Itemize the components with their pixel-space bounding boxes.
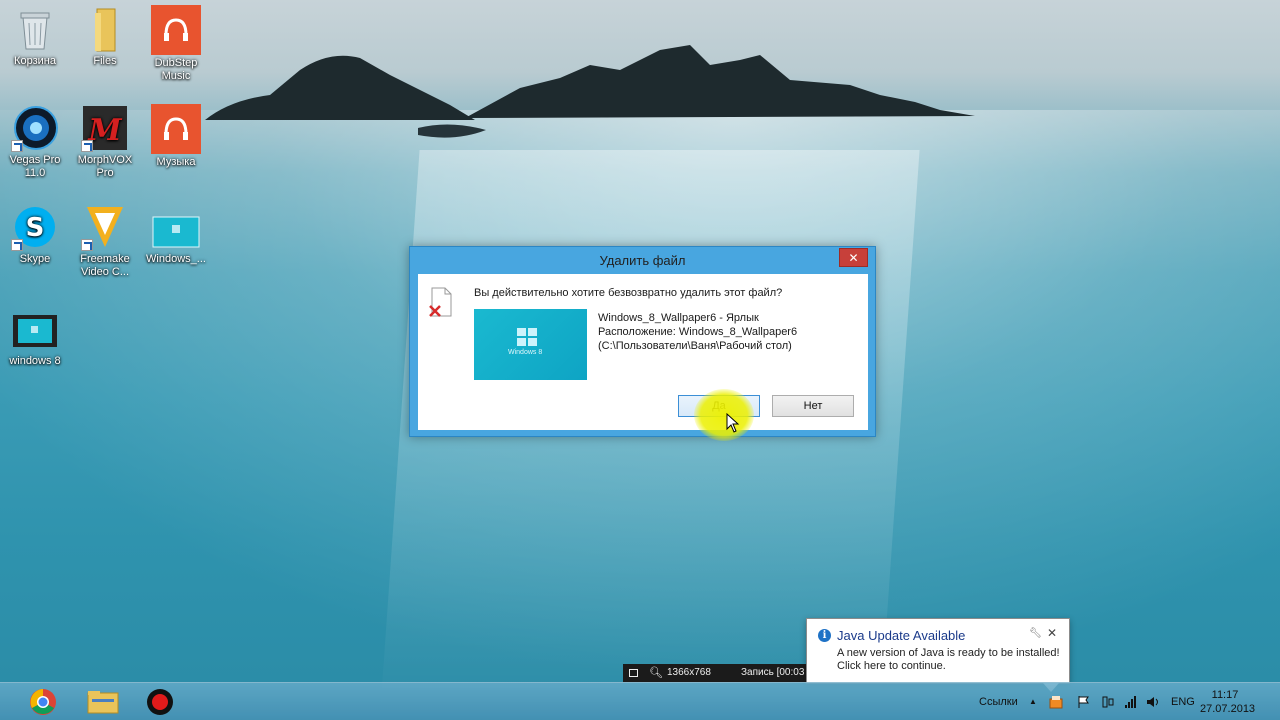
show-hidden-icons-button[interactable]: ▲ — [1029, 683, 1037, 720]
desktop-icon-files[interactable]: Files — [70, 5, 140, 68]
file-info: Windows_8_Wallpaper6 - Ярлык Расположени… — [598, 311, 797, 353]
file-location: Расположение: Windows_8_Wallpaper6 — [598, 326, 798, 338]
headphones-icon — [151, 104, 201, 154]
notification-close-button[interactable]: ✕ — [1047, 626, 1057, 640]
freemake-icon — [81, 203, 129, 251]
input-language[interactable]: ENG — [1171, 683, 1195, 720]
pin-icon[interactable]: 🔧︎ — [1029, 628, 1042, 639]
shortcut-arrow-icon — [81, 239, 93, 251]
recycle-bin-icon — [11, 5, 59, 53]
notification-title: Java Update Available — [837, 628, 966, 643]
delete-question-text: Вы действительно хотите безвозвратно уда… — [474, 287, 783, 299]
desktop-icon-label: Files — [93, 55, 117, 67]
desktop-icon-label: Vegas Pro 11.0 — [9, 154, 61, 179]
shortcut-arrow-icon — [81, 140, 93, 152]
morphvox-icon: M — [81, 104, 129, 152]
folder-icon — [87, 691, 119, 714]
taskbar-chrome[interactable] — [16, 685, 70, 719]
java-update-notification[interactable]: i Java Update Available 🔧︎ ✕ A new versi… — [806, 618, 1070, 692]
screen-recorder-bar: 🔍︎ 1366x768 Запись [00:03 — [623, 664, 807, 682]
system-clock[interactable]: 11:17 27.07.2013 — [1200, 688, 1256, 716]
skype-icon: S — [11, 203, 59, 251]
notification-line-2: Click here to continue. — [837, 660, 946, 672]
clock-time: 11:17 — [1211, 689, 1239, 701]
desktop-icon-label: DubStep Music — [154, 57, 198, 82]
notification-text: A new version of Java is ready to be ins… — [837, 647, 1060, 673]
delete-file-icon — [428, 286, 454, 318]
wifi-signal-icon[interactable] — [1124, 695, 1138, 709]
recorder-screen-icon — [629, 669, 638, 677]
desktop-icon-dubstep-music[interactable]: DubStep Music — [141, 5, 211, 83]
no-button[interactable]: Нет — [772, 395, 854, 417]
dialog-body: Вы действительно хотите безвозвратно уда… — [418, 274, 868, 430]
dialog-close-button[interactable]: ✕ — [839, 248, 868, 267]
desktop-icon-label: MorphVOX Pro — [77, 154, 133, 179]
delete-file-dialog: Удалить файл ✕ Вы действительно хотите б… — [409, 246, 876, 437]
dialog-title: Удалить файл — [599, 253, 686, 268]
desktop-icon-skype[interactable]: S Skype — [0, 203, 70, 266]
desktop-icon-label: Skype — [19, 253, 51, 265]
taskbar-recorder[interactable] — [133, 685, 187, 719]
desktop-icon-windows-8-video[interactable]: windows 8 — [0, 305, 70, 368]
record-icon — [147, 689, 173, 715]
power-icon[interactable] — [1101, 695, 1115, 709]
shortcut-arrow-icon — [11, 140, 23, 152]
desktop-icon-morphvox-pro[interactable]: M MorphVOX Pro — [70, 104, 140, 180]
shortcut-arrow-icon — [11, 239, 23, 251]
desktop-icon-label: Корзина — [14, 55, 56, 67]
svg-text:S: S — [26, 213, 45, 243]
java-tray-icon[interactable] — [1049, 695, 1063, 709]
desktop-icon-music[interactable]: Музыка — [141, 104, 211, 169]
mouse-pointer-icon — [726, 413, 740, 433]
file-thumbnail: Windows 8 — [474, 309, 587, 380]
windows-logo-icon — [517, 328, 537, 346]
cursor-highlight — [694, 389, 754, 441]
video-file-icon — [11, 305, 59, 353]
thumbnail-caption: Windows 8 — [508, 349, 543, 356]
chrome-icon — [30, 689, 56, 715]
links-toolbar[interactable]: Ссылки — [979, 683, 1018, 720]
image-thumbnail-icon — [152, 203, 200, 251]
clock-date: 27.07.2013 — [1200, 703, 1256, 715]
taskbar: Ссылки ▲ ENG 11:17 27.07.2013 — [0, 682, 1280, 720]
notification-line-1: A new version of Java is ready to be ins… — [837, 647, 1060, 659]
desktop-icon-label: Windows_... — [146, 253, 206, 265]
desktop-icon-label: Freemake Video C... — [80, 253, 130, 278]
desktop-icon-windows-wallpaper[interactable]: Windows_... — [141, 203, 211, 266]
desktop-icon-vegas-pro[interactable]: Vegas Pro 11.0 — [0, 104, 70, 180]
folder-icon — [81, 5, 129, 53]
desktop-icon-label: Музыка — [156, 156, 196, 168]
recorder-status: Запись [00:03 — [741, 667, 805, 678]
zoom-icon: 🔍︎ — [649, 667, 663, 679]
file-path: (C:\Пользователи\Ваня\Рабочий стол) — [598, 340, 792, 352]
taskbar-file-explorer[interactable] — [76, 685, 130, 719]
headphones-icon — [151, 5, 201, 55]
info-icon: i — [818, 629, 831, 642]
desktop-icon-recycle-bin[interactable]: Корзина — [0, 5, 70, 68]
vegas-pro-icon — [11, 104, 59, 152]
desktop-icon-freemake[interactable]: Freemake Video C... — [70, 203, 140, 279]
flag-icon[interactable] — [1077, 695, 1091, 709]
file-name: Windows_8_Wallpaper6 - Ярлык — [598, 312, 759, 324]
recorder-resolution: 1366x768 — [667, 667, 711, 678]
desktop-icon-label: windows 8 — [9, 355, 61, 367]
volume-icon[interactable] — [1146, 695, 1160, 709]
